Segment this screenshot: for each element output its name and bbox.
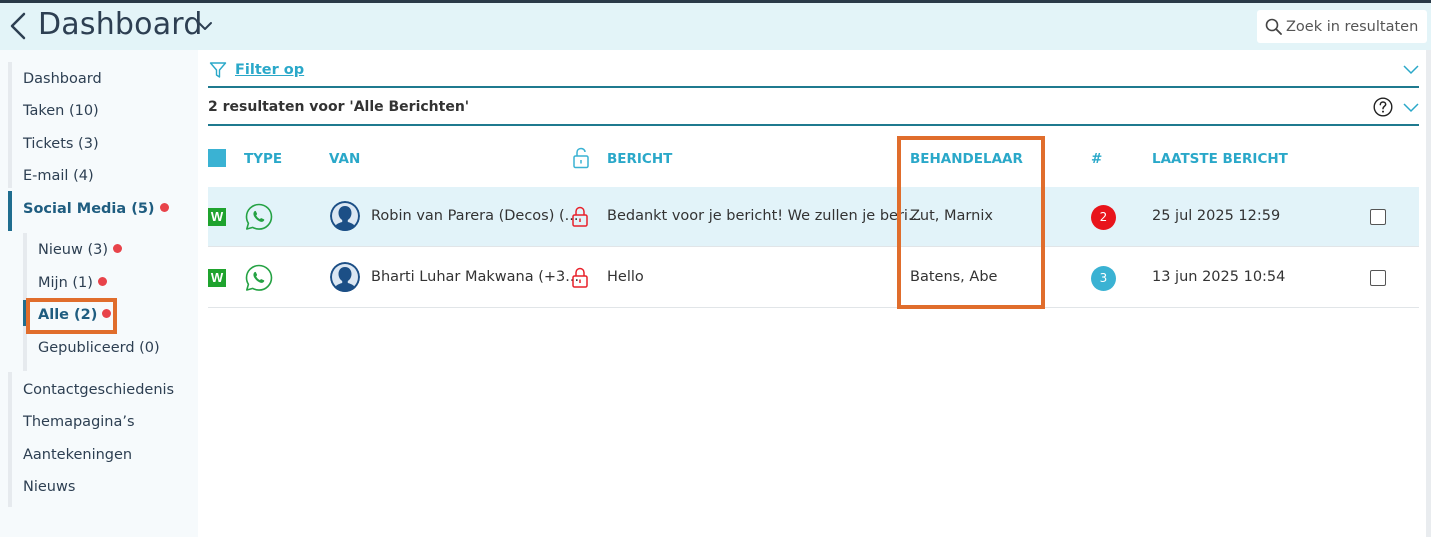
notification-dot (113, 244, 122, 253)
sidebar-item-social-media[interactable]: Social Media (5) (23, 201, 169, 217)
notification-dot (159, 203, 169, 212)
highlight-box-alle (26, 298, 117, 334)
sidebar: Dashboard Taken (10) Tickets (3) E-mail … (0, 50, 198, 537)
lock-icon[interactable] (572, 267, 588, 288)
sidebar-item-taken[interactable]: Taken (10) (23, 103, 99, 119)
table-row[interactable]: W Robin van Parera (Decos) (... Bedankt … (208, 187, 1419, 247)
column-header-van[interactable]: VAN (329, 151, 360, 167)
results-summary: 2 resultaten voor 'Alle Berichten' (208, 99, 470, 115)
subnav-item-label: Nieuw (3) (38, 242, 108, 258)
lock-icon[interactable] (572, 206, 588, 227)
message-preview: Bedankt voor je bericht! We zullen je be… (607, 208, 922, 224)
whatsapp-icon (245, 264, 273, 291)
chevron-down-icon[interactable] (1403, 100, 1419, 116)
filter-icon (209, 62, 227, 78)
filter-toggle-link[interactable]: Filter op (235, 62, 304, 78)
avatar (330, 201, 360, 231)
sender-name: Robin van Parera (Decos) (... (371, 208, 579, 224)
highlight-box-behandelaar (897, 136, 1045, 309)
last-message-date: 25 jul 2025 12:59 (1152, 208, 1281, 224)
channel-badge: W (208, 208, 226, 226)
table-row[interactable]: W Bharti Luhar Makwana (+3... Hello Bate… (208, 248, 1419, 308)
scrollbar[interactable] (1426, 50, 1431, 537)
chevron-down-icon[interactable] (196, 17, 214, 35)
sidebar-item-nieuws[interactable]: Nieuws (23, 479, 75, 495)
column-header-bericht[interactable]: BERICHT (607, 151, 672, 167)
subnav-item-gepubliceerd[interactable]: Gepubliceerd (0) (38, 340, 160, 356)
sidebar-item-tickets[interactable]: Tickets (3) (23, 136, 99, 152)
sidebar-item-themapaginas[interactable]: Themapagina’s (23, 414, 135, 430)
message-count-badge: 3 (1091, 266, 1116, 291)
back-arrow-icon[interactable] (6, 11, 32, 41)
column-header-laatste-bericht[interactable]: LAATSTE BERICHT (1152, 151, 1288, 167)
last-message-date: 13 jun 2025 10:54 (1152, 269, 1286, 285)
sidebar-item-dashboard[interactable]: Dashboard (23, 71, 102, 87)
select-all-checkbox[interactable] (208, 149, 226, 167)
header: Dashboard (0, 3, 1431, 50)
sender-name: Bharti Luhar Makwana (+3... (371, 269, 580, 285)
column-header-type[interactable]: TYPE (244, 151, 282, 167)
subnav-item-mijn[interactable]: Mijn (1) (38, 275, 107, 291)
chevron-down-icon[interactable] (1403, 62, 1419, 78)
column-header-count[interactable]: # (1091, 151, 1102, 167)
subnav-item-label: Mijn (1) (38, 275, 93, 291)
nav-group-line (8, 372, 12, 507)
channel-badge: W (208, 269, 226, 287)
row-checkbox[interactable] (1370, 270, 1386, 286)
search-icon (1265, 18, 1282, 35)
sidebar-item-aantekeningen[interactable]: Aantekeningen (23, 447, 132, 463)
row-checkbox[interactable] (1370, 209, 1386, 225)
results-bar: 2 resultaten voor 'Alle Berichten' (208, 90, 1419, 126)
avatar (330, 262, 360, 292)
message-preview: Hello (607, 269, 644, 285)
sidebar-item-contactgeschiedenis[interactable]: Contactgeschiedenis (23, 382, 174, 398)
nav-group-line (8, 62, 12, 188)
unlock-icon[interactable] (572, 147, 590, 169)
message-count-badge: 2 (1091, 205, 1116, 230)
whatsapp-icon (245, 203, 273, 230)
notification-dot (97, 277, 107, 286)
filter-bar: Filter op (208, 58, 1419, 88)
search-input[interactable] (1286, 15, 1424, 39)
help-icon[interactable] (1373, 97, 1393, 117)
search-box[interactable] (1257, 10, 1427, 43)
active-indicator (8, 191, 12, 231)
subnav-item-nieuw[interactable]: Nieuw (3) (38, 242, 122, 258)
page-title: Dashboard (38, 7, 203, 42)
sidebar-item-label: Social Media (5) (23, 201, 155, 217)
sidebar-item-email[interactable]: E-mail (4) (23, 168, 94, 184)
